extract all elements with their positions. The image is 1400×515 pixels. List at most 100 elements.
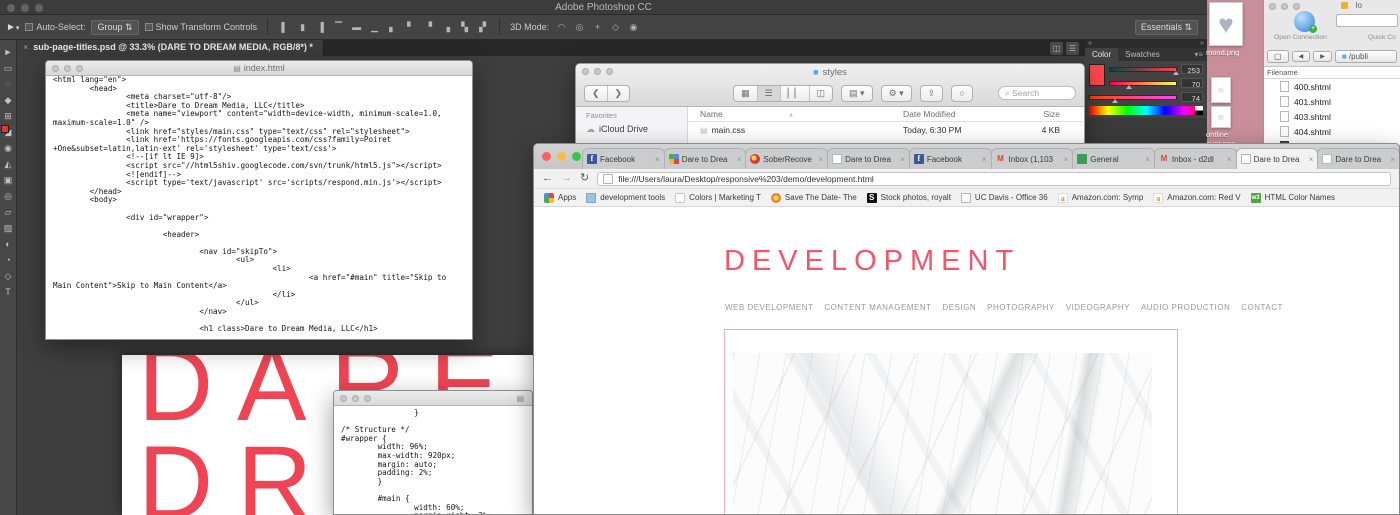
back-button[interactable]: ◀ (1292, 51, 1311, 62)
lasso-tool-icon[interactable]: ◌ (5, 80, 10, 89)
close-icon[interactable] (542, 152, 551, 161)
nav-link[interactable]: VIDEOGRAPHY (1066, 303, 1130, 312)
dist-right-icon[interactable]: ▞ (476, 22, 489, 33)
back-icon[interactable]: ❮ (585, 86, 608, 101)
share-icon[interactable]: ⇪ (921, 86, 943, 101)
bookmark-item[interactable]: SStock photos, royalt (867, 193, 951, 203)
nav-link[interactable]: CONTACT (1241, 303, 1283, 312)
column-size[interactable]: Size (1008, 109, 1068, 119)
zoom-icon[interactable] (572, 152, 581, 161)
view-buttons[interactable]: ▦☰▏▏◫ (733, 85, 833, 102)
nav-link[interactable]: AUDIO PRODUCTION (1141, 303, 1230, 312)
checkbox-icon[interactable] (25, 23, 33, 31)
close-tab-icon[interactable]: × (818, 155, 823, 164)
collapse-left-icon[interactable]: « (1088, 40, 1092, 48)
close-icon[interactable] (340, 395, 347, 402)
ftp-file-row[interactable]: 401.shtml (1264, 94, 1400, 109)
minimize-icon[interactable] (557, 152, 566, 161)
action-dropdown[interactable]: ⚙ ▾ (881, 85, 912, 102)
green-slider[interactable] (1109, 81, 1177, 86)
mode-icons[interactable]: ◠◎+◇◉ (555, 22, 640, 33)
align-top-icon[interactable]: ▔ (332, 22, 345, 33)
ftp-file-row[interactable]: 403.shtml (1264, 109, 1400, 124)
ftp-file-row[interactable]: 400.shtml (1264, 79, 1400, 94)
close-tab-icon[interactable]: × (1309, 155, 1314, 164)
editor-titlebar[interactable]: ▤index.html (46, 61, 472, 76)
blur-tool-icon[interactable]: ◐ (5, 240, 10, 249)
forward-button[interactable]: ▶ (1313, 51, 1332, 62)
dist-h-center-icon[interactable]: ▚ (458, 22, 471, 33)
path-dropdown[interactable]: ■ /publi (1335, 50, 1397, 63)
close-icon[interactable] (1269, 3, 1276, 10)
roll-icon[interactable]: ◎ (573, 22, 586, 33)
white-black-swatches[interactable] (1195, 106, 1203, 115)
magic-wand-tool-icon[interactable]: ◆ (5, 96, 12, 105)
bookmark-item[interactable]: Save The Date- The (771, 193, 857, 203)
slide-icon[interactable]: ◇ (609, 22, 622, 33)
forward-icon[interactable]: ❯ (608, 86, 630, 101)
crop-tool-icon[interactable]: ⊞ (4, 112, 12, 121)
forward-button[interactable]: → (561, 173, 572, 184)
close-tab-icon[interactable]: × (1064, 155, 1069, 164)
nav-link[interactable]: CONTENT MANAGEMENT (824, 303, 931, 312)
column-name[interactable]: Name ∧ (688, 109, 903, 119)
quick-connect-field[interactable] (1336, 14, 1398, 27)
healing-brush-tool-icon[interactable]: ◉ (4, 144, 12, 153)
ftp-titlebar[interactable]: lo (1264, 0, 1400, 11)
orbit-icon[interactable]: ◠ (555, 22, 568, 33)
close-tab-icon[interactable]: × (1227, 155, 1232, 164)
document-tab[interactable]: ×sub-page-titles.psd @ 33.3% (DARE TO DR… (17, 40, 324, 56)
minimize-icon[interactable] (64, 65, 71, 72)
close-tab-icon[interactable]: × (900, 155, 905, 164)
tab-swatches[interactable]: Swatches (1118, 48, 1167, 61)
dolly-icon[interactable]: ◉ (627, 22, 640, 33)
bookmark-item[interactable]: Colors | Marketing T (675, 193, 761, 203)
zoom-icon[interactable] (364, 395, 371, 402)
zoom-icon[interactable] (1293, 3, 1300, 10)
share-button[interactable]: ⇪ (920, 85, 944, 102)
dist-top-icon[interactable]: ▖ (386, 22, 399, 33)
arrange-dropdown[interactable]: ▤ ▾ (841, 85, 873, 102)
chrome-tab[interactable]: General× (1072, 148, 1155, 169)
chrome-tab[interactable]: Dare to Drea× (664, 148, 747, 169)
address-bar[interactable]: file:///Users/laura/Desktop/responsive%2… (597, 172, 1391, 186)
window-controls[interactable] (582, 68, 613, 75)
bookmarks-icon[interactable]: ▢ (1267, 50, 1289, 63)
html-code[interactable]: <html lang="en"> <head> <meta charset="u… (46, 73, 472, 334)
align-h-center-icon[interactable]: ▮ (296, 22, 309, 33)
coverflow-view-icon[interactable]: ◫ (810, 86, 833, 101)
search-input[interactable]: ⌕ Search (998, 86, 1076, 100)
list-view-icon[interactable]: ☰ (758, 86, 781, 101)
icon-view-icon[interactable]: ▦ (734, 86, 758, 101)
chrome-tab[interactable]: Dare to Drea× (1236, 148, 1319, 169)
chrome-tab[interactable]: Dare to Drea× (1317, 148, 1400, 169)
chrome-tab[interactable]: MInbox - d2dl× (1154, 148, 1237, 169)
nav-link[interactable]: WEB DEVELOPMENT (725, 303, 813, 312)
back-forward-buttons[interactable]: ❮❯ (584, 85, 630, 102)
bookmark-item[interactable]: Apps (544, 193, 576, 203)
column-date[interactable]: Date Modified (903, 109, 1008, 119)
close-tab-icon[interactable]: × (1145, 155, 1150, 164)
open-connection-icon[interactable]: + (1294, 11, 1315, 32)
photoshop-toolbar[interactable]: ►▭◌◆⊞◢◉◭▣◎▱▨◐◔◇T (0, 40, 17, 515)
blue-slider[interactable] (1089, 95, 1177, 100)
desktop-icon-document[interactable]: ▤ (1211, 106, 1231, 128)
finder-file-row[interactable]: ▤main.cssToday, 6:30 PM4 KB (688, 122, 1084, 138)
marquee-tool-icon[interactable]: ▭ (4, 64, 13, 73)
desktop-icon-label[interactable]: mond.png (1206, 48, 1239, 57)
brush-tool-icon[interactable]: ◭ (5, 160, 12, 169)
show-transform-checkbox[interactable]: Show Transform Controls (145, 22, 258, 32)
close-tab-icon[interactable]: × (655, 155, 660, 164)
window-controls[interactable] (340, 395, 371, 402)
history-panel-icon[interactable]: ◫ (1050, 42, 1063, 55)
chrome-tab[interactable]: MInbox (1,103× (991, 148, 1074, 169)
minimize-icon[interactable] (594, 68, 601, 75)
red-value[interactable]: 253 (1181, 64, 1203, 74)
close-tab-icon[interactable]: × (737, 155, 742, 164)
dist-bottom-icon[interactable]: ▝ (422, 22, 435, 33)
eraser-tool-icon[interactable]: ▱ (5, 208, 12, 217)
pen-tool-icon[interactable]: ◇ (5, 272, 12, 281)
current-color-swatch[interactable] (1089, 64, 1105, 86)
desktop-icon-diamond[interactable]: ♥ (1209, 2, 1243, 46)
history-brush-tool-icon[interactable]: ◎ (4, 192, 12, 201)
